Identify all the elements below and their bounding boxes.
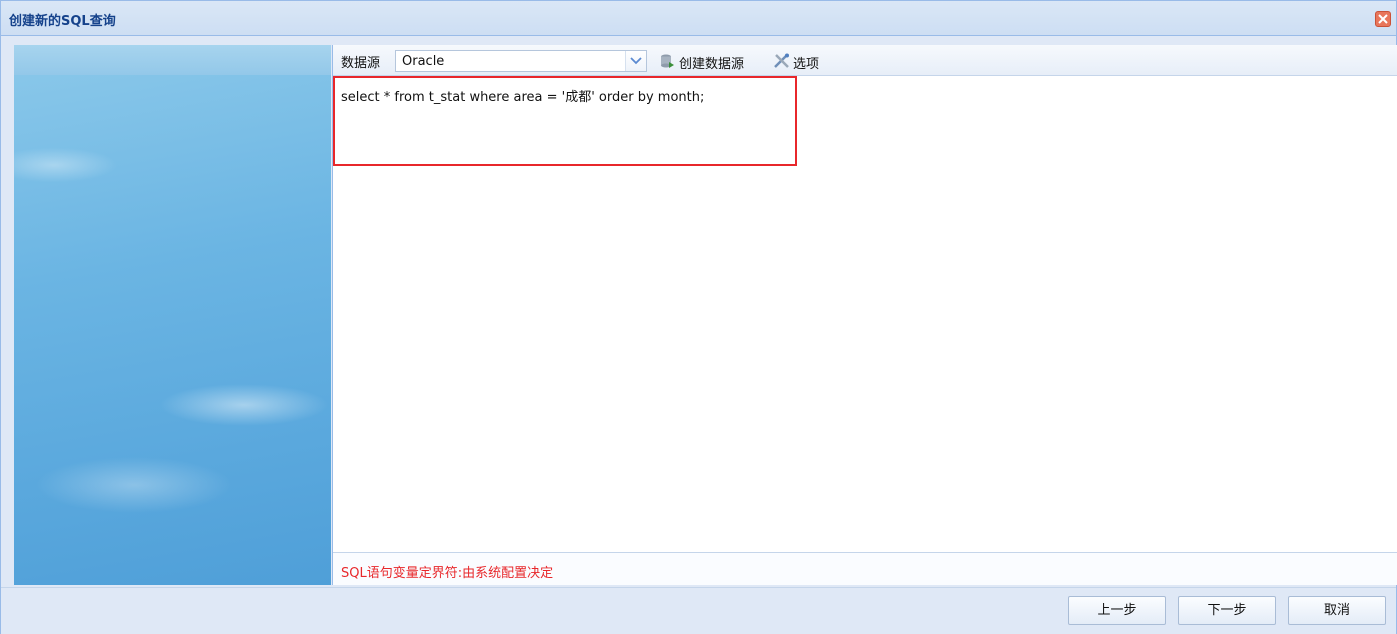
prev-button[interactable]: 上一步 [1068, 596, 1166, 625]
tools-icon [773, 53, 791, 73]
status-message: SQL语句变量定界符:由系统配置决定 [341, 566, 554, 581]
cancel-button[interactable]: 取消 [1288, 596, 1386, 625]
dialog-title: 创建新的SQL查询 [9, 14, 116, 29]
editor-toolbar: 数据源 Oracle 创建数据源 选项 [333, 45, 1397, 76]
highlight-box [333, 76, 797, 166]
datasource-selected-value: Oracle [402, 54, 445, 69]
create-datasource-button[interactable]: 创建数据源 [659, 50, 759, 72]
chevron-down-icon[interactable] [625, 51, 646, 71]
create-datasource-label: 创建数据源 [679, 57, 745, 72]
options-label: 选项 [793, 57, 820, 72]
decorative-sky-panel [14, 45, 331, 585]
next-button[interactable]: 下一步 [1178, 596, 1276, 625]
sql-editor[interactable]: select * from t_stat where area = '成都' o… [333, 76, 1397, 552]
query-editor-panel: 数据源 Oracle 创建数据源 选项 select * from t_stat… [332, 45, 1397, 585]
close-icon[interactable] [1375, 11, 1391, 27]
sql-query-dialog: 创建新的SQL查询 数据源 Oracle 创建数据源 选项 select * f… [0, 0, 1397, 634]
status-bar: SQL语句变量定界符:由系统配置决定 [333, 552, 1397, 585]
options-button[interactable]: 选项 [773, 50, 833, 72]
dialog-footer: 上一步 下一步 取消 [1, 587, 1396, 634]
dialog-titlebar[interactable]: 创建新的SQL查询 [1, 1, 1396, 36]
side-panel-header [14, 45, 331, 75]
datasource-label: 数据源 [341, 56, 381, 71]
database-icon [659, 53, 675, 73]
datasource-select[interactable]: Oracle [395, 50, 647, 72]
